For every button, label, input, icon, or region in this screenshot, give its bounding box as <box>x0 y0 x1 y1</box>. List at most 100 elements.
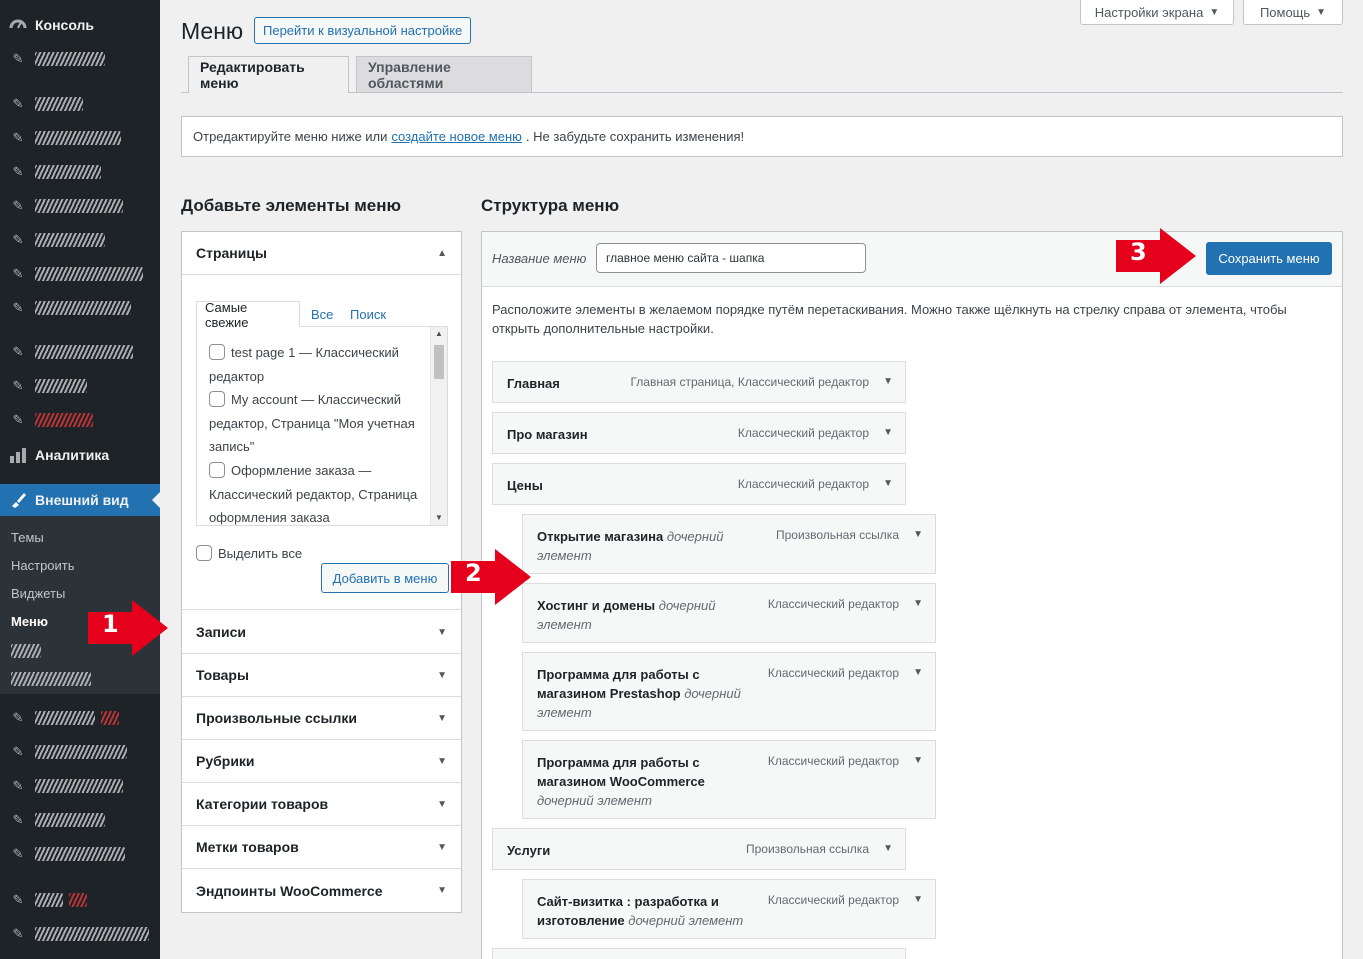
sidebar-item-redacted[interactable]: ✎ <box>0 370 160 402</box>
update-badge-icon <box>101 711 119 725</box>
redacted-submenu-item[interactable] <box>11 644 41 658</box>
menu-name-input[interactable] <box>596 243 866 273</box>
screen-options-button[interactable]: Настройки экрана ▼ <box>1080 0 1234 25</box>
add-to-menu-button[interactable]: Добавить в меню <box>321 563 449 593</box>
tab-manage-locations[interactable]: Управление областями <box>356 56 532 92</box>
sidebar-item-redacted[interactable]: ✎ <box>0 404 160 436</box>
submenu-item-customize[interactable]: Настроить <box>11 558 75 573</box>
menu-item-title: Цены <box>507 478 543 493</box>
expand-arrow-icon[interactable]: ▼ <box>913 598 923 609</box>
menu-item-title: Хостинг и домены <box>537 598 656 613</box>
sidebar-item-redacted[interactable]: ✎ <box>0 336 160 368</box>
seo-icon: ✎ <box>12 846 24 861</box>
create-new-menu-link[interactable]: создайте новое меню <box>391 129 521 144</box>
accordion-woo-endpoints-header[interactable]: Эндпоинты WooCommerce ▼ <box>182 869 461 912</box>
expand-arrow-icon[interactable]: ▼ <box>913 667 923 678</box>
checkbox[interactable] <box>196 545 212 561</box>
redacted-submenu-item[interactable] <box>11 672 91 686</box>
accordion-custom-links-header[interactable]: Произвольные ссылки ▼ <box>182 697 461 740</box>
sidebar-item-redacted[interactable]: ✎ <box>0 736 160 768</box>
accordion-title: Записи <box>196 624 247 640</box>
expand-arrow-icon[interactable]: ▼ <box>883 478 893 489</box>
checkbox[interactable] <box>209 462 225 478</box>
sidebar-item-redacted[interactable]: ✎ <box>0 702 160 734</box>
tab-edit-menu[interactable]: Редактировать меню <box>188 56 349 93</box>
sidebar-item-redacted[interactable]: ✎ <box>0 156 160 188</box>
help-button[interactable]: Помощь ▼ <box>1243 0 1343 25</box>
sidebar-item-redacted[interactable]: ✎ <box>0 770 160 802</box>
sidebar-item-redacted[interactable]: ✎ <box>0 838 160 870</box>
sidebar-item-redacted[interactable]: ✎ <box>0 88 160 120</box>
menu-item[interactable]: Главная Главная страница, Классический р… <box>492 361 906 403</box>
scrollbar[interactable]: ▲ ▼ <box>430 327 447 525</box>
page-checkbox-item[interactable]: Оформление заказа — Классический редакто… <box>209 459 421 525</box>
sidebar-item-redacted[interactable]: ✎ <box>0 43 160 75</box>
menu-item[interactable] <box>492 948 906 959</box>
menu-item[interactable]: Про магазин Классический редактор ▼ <box>492 412 906 454</box>
select-all-checkbox[interactable]: Выделить все <box>196 545 302 561</box>
accordion-product-categories-header[interactable]: Категории товаров ▼ <box>182 783 461 826</box>
checkbox[interactable] <box>209 391 225 407</box>
sidebar-item-redacted[interactable]: ✎ <box>0 804 160 836</box>
menu-name-label: Название меню <box>492 251 587 266</box>
arrow-down-icon: ▼ <box>437 798 447 810</box>
menu-item-child[interactable]: Хостинг и домены дочерний элемент Класси… <box>522 583 936 643</box>
menu-item[interactable]: Цены Классический редактор ▼ <box>492 463 906 505</box>
scroll-thumb[interactable] <box>434 345 444 379</box>
accordion-title: Метки товаров <box>196 839 299 855</box>
accordion-products-header[interactable]: Товары ▼ <box>182 654 461 697</box>
accordion-posts-header[interactable]: Записи ▼ <box>182 611 461 654</box>
sidebar-item-redacted[interactable]: ✎ <box>0 190 160 222</box>
menu-item-child[interactable]: Сайт-визитка : разработка и изготовление… <box>522 879 936 939</box>
pages-checklist: test page 1 — Классический редактор My a… <box>196 326 448 526</box>
sidebar-item-redacted[interactable]: ✎ <box>0 224 160 256</box>
submenu-item-widgets[interactable]: Виджеты <box>11 586 65 601</box>
expand-arrow-icon[interactable]: ▼ <box>913 894 923 905</box>
tab-most-recent[interactable]: Самые свежие <box>196 300 300 330</box>
menu-item-child[interactable]: Программа для работы с магазином Prestas… <box>522 652 936 731</box>
scroll-down-icon[interactable]: ▼ <box>435 513 443 522</box>
settings-icon: ✎ <box>12 812 24 827</box>
update-badge-icon <box>69 893 87 907</box>
accordion-title: Товары <box>196 667 249 683</box>
sidebar-item-redacted[interactable]: ✎ <box>0 122 160 154</box>
menu-item-child[interactable]: Программа для работы с магазином WooComm… <box>522 740 936 819</box>
menu-item-type: Классический редактор <box>737 426 869 440</box>
plugin-icon: ✎ <box>12 412 24 427</box>
checkbox[interactable] <box>209 344 225 360</box>
submenu-item-themes[interactable]: Темы <box>11 530 44 545</box>
sidebar-item-redacted[interactable]: ✎ <box>0 884 160 916</box>
accordion-pages-header[interactable]: Страницы ▲ <box>182 232 461 275</box>
submenu-item-menus[interactable]: Меню <box>11 614 48 629</box>
save-menu-button[interactable]: Сохранить меню <box>1206 242 1332 275</box>
accordion-product-tags-header[interactable]: Метки товаров ▼ <box>182 826 461 869</box>
expand-arrow-icon[interactable]: ▼ <box>883 376 893 387</box>
redacted-label <box>35 267 143 281</box>
menu-item-title: Про магазин <box>507 427 588 442</box>
sidebar-item-analytics[interactable]: Аналитика <box>0 439 160 471</box>
sidebar-item-appearance[interactable]: Внешний вид <box>0 484 160 516</box>
page-checkbox-item[interactable]: My account — Классический редактор, Стра… <box>209 388 421 459</box>
page-checkbox-item[interactable]: test page 1 — Классический редактор <box>209 341 421 388</box>
expand-arrow-icon[interactable]: ▼ <box>913 529 923 540</box>
page-title: Меню <box>181 18 244 44</box>
sidebar-item-redacted[interactable]: ✎ <box>0 292 160 324</box>
tab-search[interactable]: Поиск <box>342 301 394 327</box>
expand-arrow-icon[interactable]: ▼ <box>913 755 923 766</box>
tab-view-all[interactable]: Все <box>303 301 341 327</box>
expand-arrow-icon[interactable]: ▼ <box>883 427 893 438</box>
sidebar-item-console[interactable]: Консоль <box>0 9 160 41</box>
marketing-icon: ✎ <box>12 378 24 393</box>
visual-customize-button[interactable]: Перейти к визуальной настройке <box>254 17 472 44</box>
annotation-number: 1 <box>102 610 119 638</box>
menu-item-title-block: Хостинг и домены дочерний элемент <box>537 596 737 634</box>
menu-item-type: Классический редактор <box>767 666 899 680</box>
sidebar-item-redacted[interactable]: ✎ <box>0 258 160 290</box>
scroll-up-icon[interactable]: ▲ <box>435 329 443 338</box>
redacted-label <box>35 813 105 827</box>
sidebar-item-redacted[interactable]: ✎ <box>0 918 160 950</box>
menu-item-child[interactable]: Открытие магазина дочерний элемент Произ… <box>522 514 936 574</box>
menu-item[interactable]: Услуги Произвольная ссылка ▼ <box>492 828 906 870</box>
accordion-categories-header[interactable]: Рубрики ▼ <box>182 740 461 783</box>
expand-arrow-icon[interactable]: ▼ <box>883 843 893 854</box>
